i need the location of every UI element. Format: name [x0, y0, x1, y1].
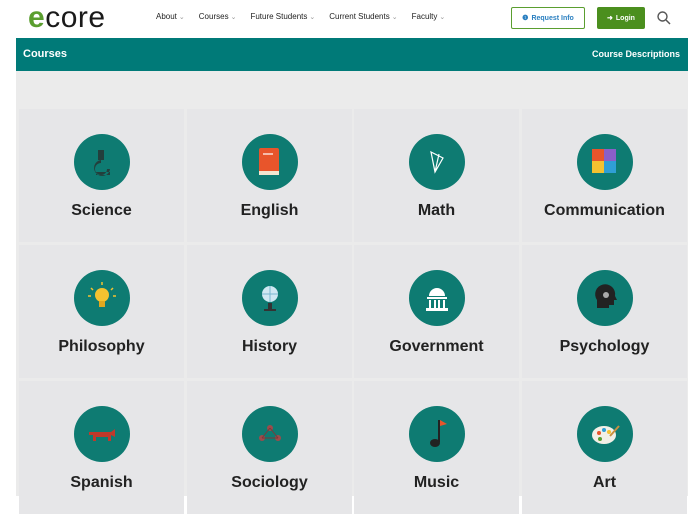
login-button[interactable]: ➜ Login	[597, 7, 645, 29]
course-tile-art[interactable]: Art	[522, 381, 687, 514]
chevron-down-icon: ⌄	[391, 14, 398, 21]
puzzle-icon	[577, 134, 633, 190]
nav-courses[interactable]: Courses ⌄	[199, 12, 237, 21]
nav-future-students[interactable]: Future Students ⌄	[250, 12, 315, 21]
course-tile-math[interactable]: Math	[354, 109, 519, 242]
courses-header-bar: Courses Course Descriptions	[16, 38, 688, 71]
bull-icon	[74, 406, 130, 462]
geometry-icon	[409, 134, 465, 190]
course-tile-psychology[interactable]: Psychology	[522, 245, 687, 378]
palette-icon	[577, 406, 633, 462]
course-descriptions-link[interactable]: Course Descriptions	[592, 49, 680, 59]
chevron-down-icon: ⌄	[230, 14, 237, 21]
nav-current-students[interactable]: Current Students ⌄	[329, 12, 397, 21]
main-nav: About ⌄ Courses ⌄ Future Students ⌄ Current…	[156, 12, 459, 21]
nav-faculty[interactable]: Faculty ⌄	[412, 12, 446, 21]
capitol-icon	[409, 270, 465, 326]
top-navigation: ecore About ⌄ Courses ⌄ Future Students ⌄ C…	[0, 0, 688, 38]
course-tile-history[interactable]: History	[187, 245, 352, 378]
course-tile-music[interactable]: Music	[354, 381, 519, 514]
course-tile-science[interactable]: Science	[19, 109, 184, 242]
nav-about[interactable]: About ⌄	[156, 12, 185, 21]
lightbulb-icon	[74, 270, 130, 326]
head-gear-icon	[577, 270, 633, 326]
course-tile-english[interactable]: English	[187, 109, 352, 242]
course-tile-sociology[interactable]: Sociology	[187, 381, 352, 514]
network-icon	[242, 406, 298, 462]
course-tile-government[interactable]: Government	[354, 245, 519, 378]
course-tile-communication[interactable]: Communication	[522, 109, 687, 242]
request-info-button[interactable]: ❶ Request Info	[511, 7, 585, 29]
ecore-logo[interactable]: ecore	[28, 2, 106, 34]
chevron-down-icon: ⌄	[178, 14, 185, 21]
info-icon: ❶	[522, 15, 529, 22]
chevron-down-icon: ⌄	[309, 14, 316, 21]
course-tile-philosophy[interactable]: Philosophy	[19, 245, 184, 378]
music-note-icon	[409, 406, 465, 462]
book-icon	[242, 134, 298, 190]
search-icon[interactable]	[656, 10, 672, 26]
page-title: Courses	[23, 48, 68, 60]
globe-icon	[242, 270, 298, 326]
course-grid: Science English Math Communication Philo…	[16, 71, 688, 514]
login-icon: ➜	[607, 15, 613, 22]
course-tile-spanish[interactable]: Spanish	[19, 381, 184, 514]
chevron-down-icon: ⌄	[439, 14, 446, 21]
microscope-icon	[74, 134, 130, 190]
